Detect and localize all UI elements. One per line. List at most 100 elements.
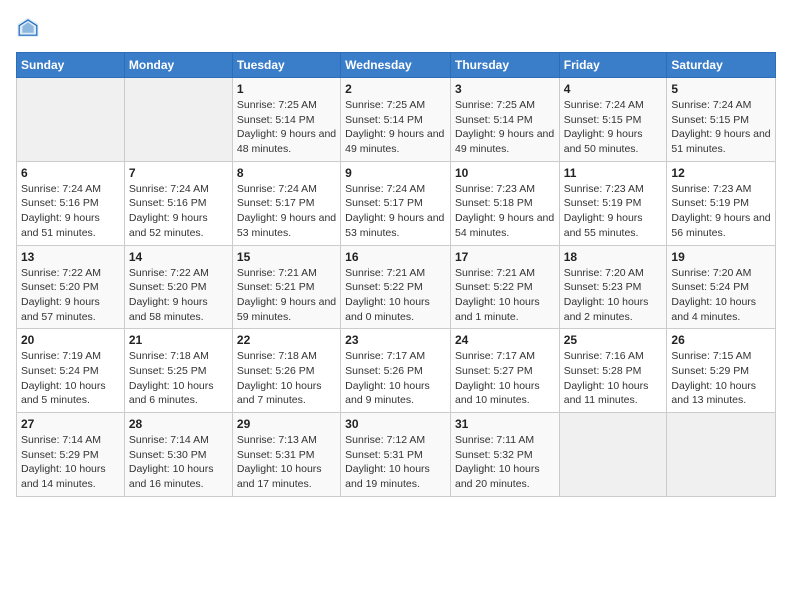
day-detail: Sunrise: 7:15 AM Sunset: 5:29 PM Dayligh… bbox=[671, 349, 771, 408]
day-number: 22 bbox=[237, 333, 336, 347]
day-number: 2 bbox=[345, 82, 446, 96]
day-detail: Sunrise: 7:25 AM Sunset: 5:14 PM Dayligh… bbox=[345, 98, 446, 157]
calendar-cell: 9 Sunrise: 7:24 AM Sunset: 5:17 PM Daylig… bbox=[341, 161, 451, 245]
calendar-cell bbox=[667, 413, 776, 497]
day-number: 28 bbox=[129, 417, 228, 431]
day-number: 9 bbox=[345, 166, 446, 180]
calendar-cell: 11Sunrise: 7:23 AM Sunset: 5:19 PM Dayli… bbox=[559, 161, 667, 245]
calendar-cell: 30 Sunrise: 7:12 AM Sunset: 5:31 PM Dayli… bbox=[341, 413, 451, 497]
calendar-cell: 27Sunrise: 7:14 AM Sunset: 5:29 PM Dayli… bbox=[17, 413, 125, 497]
weekday-header-wednesday: Wednesday bbox=[341, 53, 451, 78]
day-detail: Sunrise: 7:18 AM Sunset: 5:25 PM Dayligh… bbox=[129, 349, 228, 408]
calendar-cell: 10 Sunrise: 7:23 AM Sunset: 5:18 PM Dayli… bbox=[450, 161, 559, 245]
day-number: 1 bbox=[237, 82, 336, 96]
calendar-cell: 7 Sunrise: 7:24 AM Sunset: 5:16 PM Daylig… bbox=[124, 161, 232, 245]
calendar-cell: 29 Sunrise: 7:13 AM Sunset: 5:31 PM Dayli… bbox=[232, 413, 340, 497]
weekday-header-sunday: Sunday bbox=[17, 53, 125, 78]
day-number: 25 bbox=[564, 333, 663, 347]
day-detail: Sunrise: 7:24 AM Sunset: 5:16 PM Dayligh… bbox=[21, 182, 120, 241]
calendar-header: SundayMondayTuesdayWednesdayThursdayFrid… bbox=[17, 53, 776, 78]
day-detail: Sunrise: 7:25 AM Sunset: 5:14 PM Dayligh… bbox=[455, 98, 555, 157]
calendar-cell: 25 Sunrise: 7:16 AM Sunset: 5:28 PM Dayli… bbox=[559, 329, 667, 413]
calendar-week-row: 6 Sunrise: 7:24 AM Sunset: 5:16 PM Daylig… bbox=[17, 161, 776, 245]
calendar-cell: 4 Sunrise: 7:24 AM Sunset: 5:15 PM Daylig… bbox=[559, 78, 667, 162]
day-number: 21 bbox=[129, 333, 228, 347]
logo bbox=[16, 16, 44, 40]
calendar-cell: 26 Sunrise: 7:15 AM Sunset: 5:29 PM Dayli… bbox=[667, 329, 776, 413]
calendar-week-row: 20 Sunrise: 7:19 AM Sunset: 5:24 PM Dayli… bbox=[17, 329, 776, 413]
day-detail: Sunrise: 7:19 AM Sunset: 5:24 PM Dayligh… bbox=[21, 349, 120, 408]
day-number: 29 bbox=[237, 417, 336, 431]
day-number: 30 bbox=[345, 417, 446, 431]
day-number: 11 bbox=[564, 166, 663, 180]
day-number: 14 bbox=[129, 250, 228, 264]
day-number: 16 bbox=[345, 250, 446, 264]
day-number: 4 bbox=[564, 82, 663, 96]
day-detail: Sunrise: 7:11 AM Sunset: 5:32 PM Dayligh… bbox=[455, 433, 555, 492]
calendar-cell bbox=[559, 413, 667, 497]
day-number: 6 bbox=[21, 166, 120, 180]
calendar-cell: 8 Sunrise: 7:24 AM Sunset: 5:17 PM Daylig… bbox=[232, 161, 340, 245]
calendar-week-row: 13 Sunrise: 7:22 AM Sunset: 5:20 PM Dayli… bbox=[17, 245, 776, 329]
day-detail: Sunrise: 7:14 AM Sunset: 5:30 PM Dayligh… bbox=[129, 433, 228, 492]
calendar-cell: 6 Sunrise: 7:24 AM Sunset: 5:16 PM Daylig… bbox=[17, 161, 125, 245]
day-number: 19 bbox=[671, 250, 771, 264]
day-detail: Sunrise: 7:21 AM Sunset: 5:22 PM Dayligh… bbox=[345, 266, 446, 325]
calendar-cell: 28 Sunrise: 7:14 AM Sunset: 5:30 PM Dayli… bbox=[124, 413, 232, 497]
calendar-cell: 31 Sunrise: 7:11 AM Sunset: 5:32 PM Dayli… bbox=[450, 413, 559, 497]
weekday-header-friday: Friday bbox=[559, 53, 667, 78]
calendar-cell: 12Sunrise: 7:23 AM Sunset: 5:19 PM Dayli… bbox=[667, 161, 776, 245]
day-number: 12 bbox=[671, 166, 771, 180]
day-detail: Sunrise: 7:14 AM Sunset: 5:29 PM Dayligh… bbox=[21, 433, 120, 492]
day-detail: Sunrise: 7:17 AM Sunset: 5:26 PM Dayligh… bbox=[345, 349, 446, 408]
day-number: 31 bbox=[455, 417, 555, 431]
day-number: 15 bbox=[237, 250, 336, 264]
weekday-header-saturday: Saturday bbox=[667, 53, 776, 78]
calendar-cell: 5Sunrise: 7:24 AM Sunset: 5:15 PM Daylig… bbox=[667, 78, 776, 162]
day-detail: Sunrise: 7:25 AM Sunset: 5:14 PM Dayligh… bbox=[237, 98, 336, 157]
day-detail: Sunrise: 7:12 AM Sunset: 5:31 PM Dayligh… bbox=[345, 433, 446, 492]
day-number: 10 bbox=[455, 166, 555, 180]
day-number: 8 bbox=[237, 166, 336, 180]
calendar-body: 1 Sunrise: 7:25 AM Sunset: 5:14 PM Daylig… bbox=[17, 78, 776, 497]
day-detail: Sunrise: 7:23 AM Sunset: 5:18 PM Dayligh… bbox=[455, 182, 555, 241]
day-number: 13 bbox=[21, 250, 120, 264]
logo-icon bbox=[16, 16, 40, 40]
day-detail: Sunrise: 7:22 AM Sunset: 5:20 PM Dayligh… bbox=[129, 266, 228, 325]
day-detail: Sunrise: 7:21 AM Sunset: 5:22 PM Dayligh… bbox=[455, 266, 555, 325]
day-detail: Sunrise: 7:21 AM Sunset: 5:21 PM Dayligh… bbox=[237, 266, 336, 325]
calendar-cell: 20 Sunrise: 7:19 AM Sunset: 5:24 PM Dayli… bbox=[17, 329, 125, 413]
calendar-week-row: 27Sunrise: 7:14 AM Sunset: 5:29 PM Dayli… bbox=[17, 413, 776, 497]
weekday-header-monday: Monday bbox=[124, 53, 232, 78]
day-number: 23 bbox=[345, 333, 446, 347]
day-number: 18 bbox=[564, 250, 663, 264]
day-detail: Sunrise: 7:17 AM Sunset: 5:27 PM Dayligh… bbox=[455, 349, 555, 408]
calendar-cell: 21 Sunrise: 7:18 AM Sunset: 5:25 PM Dayli… bbox=[124, 329, 232, 413]
weekday-header-tuesday: Tuesday bbox=[232, 53, 340, 78]
calendar-cell bbox=[124, 78, 232, 162]
day-detail: Sunrise: 7:24 AM Sunset: 5:17 PM Dayligh… bbox=[345, 182, 446, 241]
day-detail: Sunrise: 7:13 AM Sunset: 5:31 PM Dayligh… bbox=[237, 433, 336, 492]
calendar-table: SundayMondayTuesdayWednesdayThursdayFrid… bbox=[16, 52, 776, 497]
day-number: 17 bbox=[455, 250, 555, 264]
calendar-week-row: 1 Sunrise: 7:25 AM Sunset: 5:14 PM Daylig… bbox=[17, 78, 776, 162]
calendar-cell: 3Sunrise: 7:25 AM Sunset: 5:14 PM Daylig… bbox=[450, 78, 559, 162]
weekday-header-thursday: Thursday bbox=[450, 53, 559, 78]
day-number: 7 bbox=[129, 166, 228, 180]
calendar-cell: 24 Sunrise: 7:17 AM Sunset: 5:27 PM Dayli… bbox=[450, 329, 559, 413]
day-detail: Sunrise: 7:18 AM Sunset: 5:26 PM Dayligh… bbox=[237, 349, 336, 408]
calendar-cell: 18 Sunrise: 7:20 AM Sunset: 5:23 PM Dayli… bbox=[559, 245, 667, 329]
calendar-cell: 22 Sunrise: 7:18 AM Sunset: 5:26 PM Dayli… bbox=[232, 329, 340, 413]
day-detail: Sunrise: 7:16 AM Sunset: 5:28 PM Dayligh… bbox=[564, 349, 663, 408]
calendar-cell: 15 Sunrise: 7:21 AM Sunset: 5:21 PM Dayli… bbox=[232, 245, 340, 329]
day-detail: Sunrise: 7:20 AM Sunset: 5:23 PM Dayligh… bbox=[564, 266, 663, 325]
page-header bbox=[16, 16, 776, 40]
day-detail: Sunrise: 7:24 AM Sunset: 5:17 PM Dayligh… bbox=[237, 182, 336, 241]
day-detail: Sunrise: 7:24 AM Sunset: 5:15 PM Dayligh… bbox=[564, 98, 663, 157]
day-number: 20 bbox=[21, 333, 120, 347]
day-number: 24 bbox=[455, 333, 555, 347]
day-number: 26 bbox=[671, 333, 771, 347]
day-number: 5 bbox=[671, 82, 771, 96]
calendar-cell: 16 Sunrise: 7:21 AM Sunset: 5:22 PM Dayli… bbox=[341, 245, 451, 329]
day-detail: Sunrise: 7:24 AM Sunset: 5:16 PM Dayligh… bbox=[129, 182, 228, 241]
